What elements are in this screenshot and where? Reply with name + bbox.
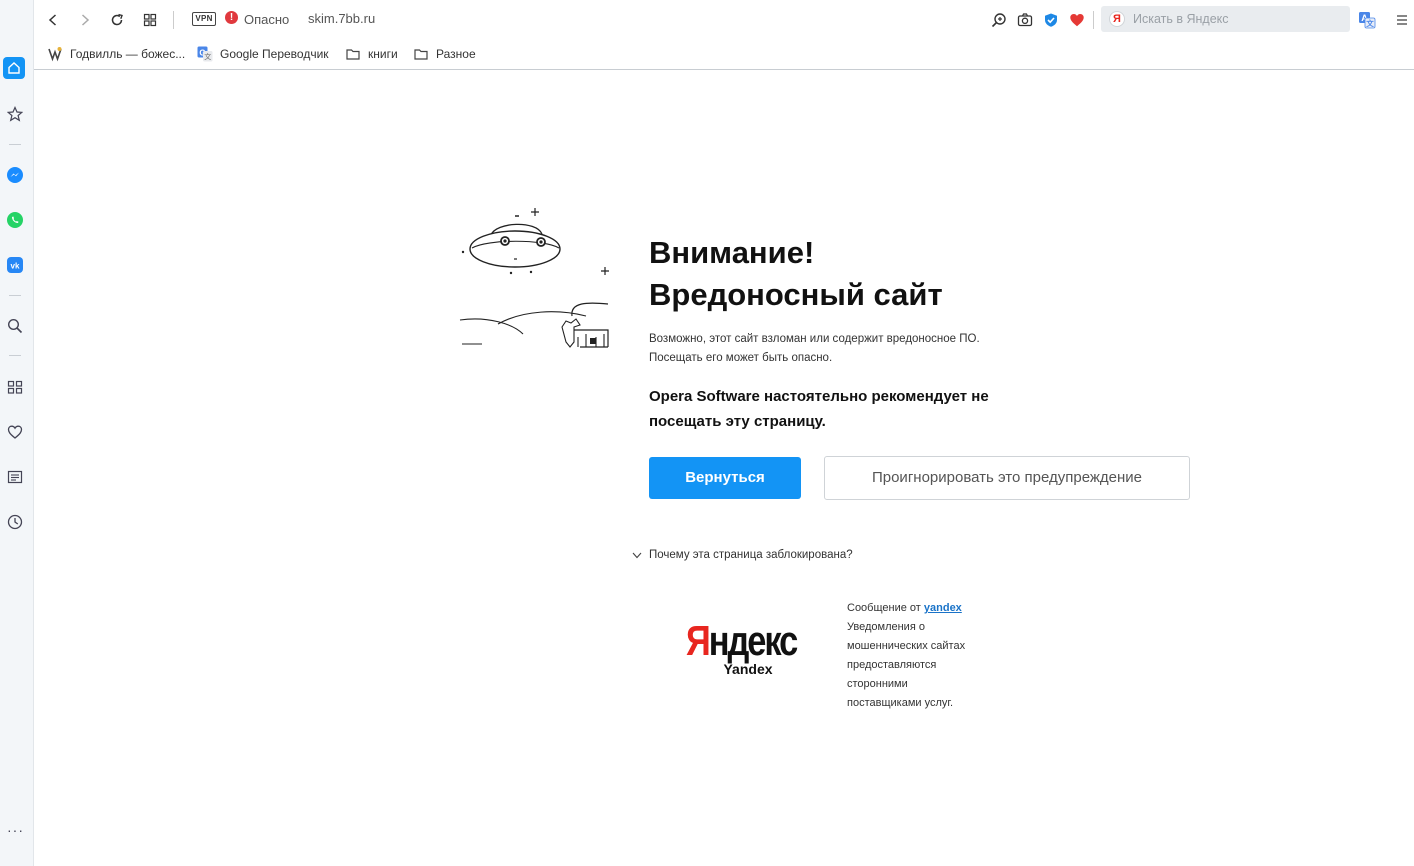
source-message-line: поставщиками услуг. [847,697,954,709]
svg-text:文: 文 [204,52,211,61]
easy-setup-icon[interactable] [1390,9,1412,31]
bookmarks-bar: Годвилль — божес... G文 Google Переводчик… [34,40,1414,70]
bookmark-label: Google Переводчик [220,47,329,61]
bookmark-label: Разное [436,47,476,61]
warning-title-line2: Вредоносный сайт [649,277,943,312]
source-message-line: Уведомления о [847,621,925,633]
bookmark-label: книги [368,47,398,61]
search-input[interactable] [1133,10,1333,28]
back-icon[interactable] [42,9,64,31]
sidebar-divider [9,355,21,356]
forward-icon[interactable] [74,9,96,31]
favorite-heart-icon[interactable] [1066,9,1088,31]
source-message-line: сторонними [847,678,908,690]
news-icon[interactable] [4,466,26,488]
yandex-logo-first-letter: Я [686,617,711,664]
sidebar: vk ··· [0,0,34,866]
toolbar-divider [173,11,174,29]
shield-icon[interactable] [1040,9,1062,31]
warning-recommendation-line2: посещать эту страницу. [649,413,826,430]
ignore-warning-button[interactable]: Проигнорировать это предупреждение [824,456,1190,500]
source-message-line: мошеннических сайтах [847,640,966,652]
sidebar-divider [9,144,21,145]
godville-icon [47,46,63,62]
warning-description-line2: Посещать его может быть опасно. [649,352,833,364]
more-options-icon[interactable]: ··· [7,822,24,838]
ufo-illustration [458,204,612,354]
security-status[interactable]: Опасно [244,12,289,27]
google-translate-icon: G文 [197,46,213,62]
address-bar[interactable]: skim.7bb.ru [308,11,375,26]
chevron-down-icon [631,549,643,561]
vpn-badge[interactable]: VPN [192,12,216,26]
toolbar-divider [1093,11,1094,29]
go-back-button[interactable]: Вернуться [649,457,801,499]
warning-title-line1: Внимание! [649,235,815,270]
messenger-icon[interactable] [4,164,26,186]
bookmark-folder-books[interactable]: книги [345,44,398,64]
yandex-search-box[interactable]: Я [1101,6,1350,32]
warning-description-line1: Возможно, этот сайт взломан или содержит… [649,333,980,345]
bookmark-label: Годвилль — божес... [70,47,186,61]
yandex-logo-rest: ндекс [708,617,799,664]
zoom-icon[interactable] [988,9,1010,31]
warning-title: Внимание! Вредоносный сайт [649,232,1169,316]
svg-text:vk: vk [11,262,20,271]
translate-icon[interactable]: A文 [1356,9,1378,31]
bookmark-folder-misc[interactable]: Разное [413,44,476,64]
reload-icon[interactable] [106,9,128,31]
warning-description: Возможно, этот сайт взломан или содержит… [649,330,1029,368]
yandex-logo: Яндекс Yandex [686,617,810,677]
yandex-link[interactable]: yandex [924,602,962,614]
bookmark-godville[interactable]: Годвилль — божес... [47,44,185,64]
home-icon[interactable] [3,57,25,79]
danger-icon[interactable]: ! [225,11,238,24]
source-message-line: предоставляются [847,659,937,671]
grid-icon[interactable] [4,376,26,398]
star-icon[interactable] [4,103,26,125]
warning-recommendation-line1: Opera Software настоятельно рекомендует … [649,388,989,405]
camera-icon[interactable] [1014,9,1036,31]
sidebar-divider [9,295,21,296]
heart-icon[interactable] [4,421,26,443]
toolbar: VPN ! Опасно skim.7bb.ru Я A文 [34,0,1414,40]
search-icon[interactable] [4,315,26,337]
source-message: Сообщение от yandex Уведомления о мошенн… [847,599,987,713]
history-icon[interactable] [4,511,26,533]
why-blocked-toggle[interactable]: Почему эта страница заблокирована? [631,549,853,561]
warning-recommendation: Opera Software настоятельно рекомендует … [649,384,1049,434]
folder-icon [413,46,429,62]
whatsapp-icon[interactable] [4,209,26,231]
svg-text:文: 文 [1366,18,1374,28]
why-blocked-label: Почему эта страница заблокирована? [649,549,853,561]
vk-icon[interactable]: vk [4,254,26,276]
yandex-icon: Я [1109,11,1125,27]
tabs-grid-icon[interactable] [139,9,161,31]
bookmark-google-translate[interactable]: G文 Google Переводчик [197,44,329,64]
folder-icon [345,46,361,62]
source-message-prefix: Сообщение от [847,602,924,614]
